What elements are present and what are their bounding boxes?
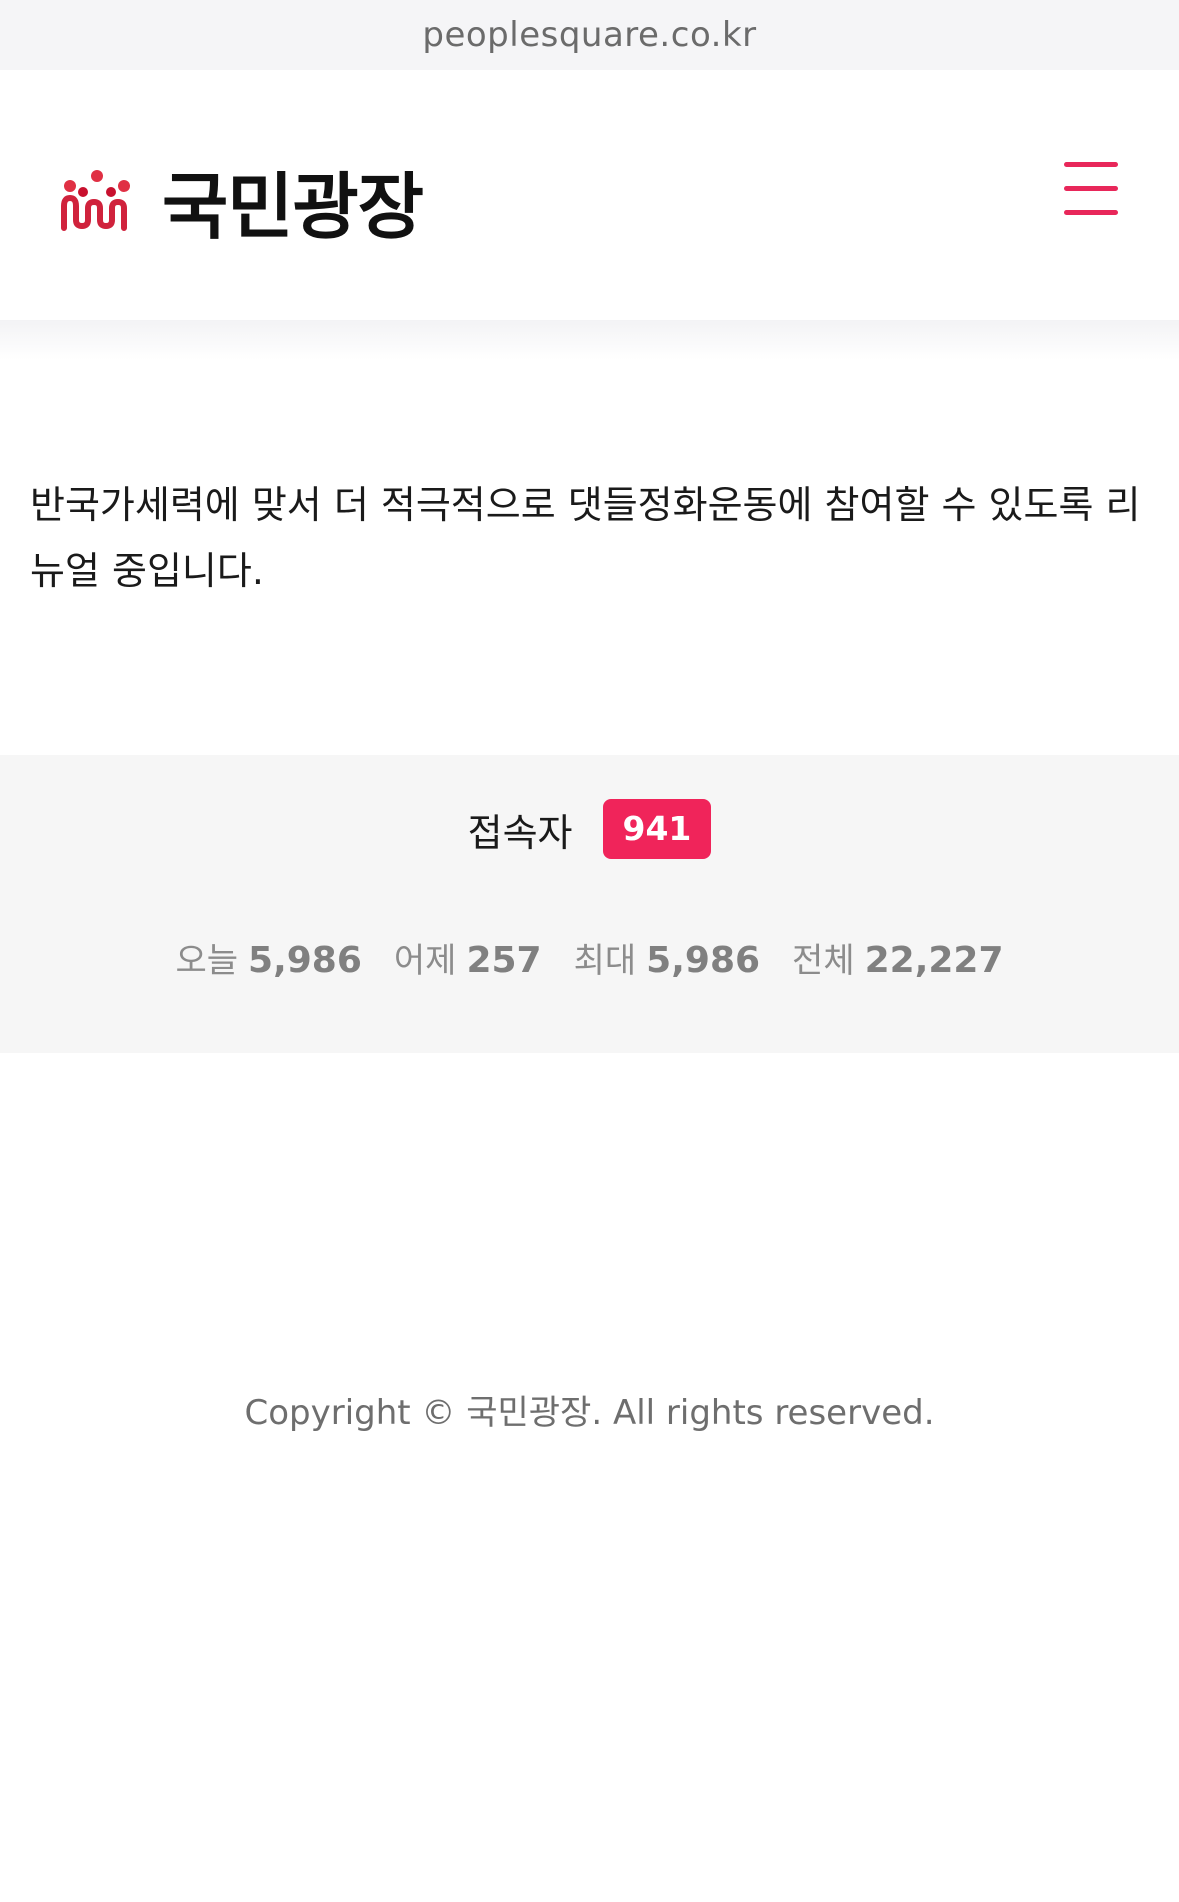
count-max: 최대 5,986	[574, 933, 760, 982]
hamburger-menu-icon	[1064, 162, 1118, 167]
count-value: 5,986	[646, 940, 761, 981]
site-title: 국민광장	[162, 165, 424, 249]
site-header: 국민광장	[0, 70, 1179, 320]
count-value: 5,986	[248, 940, 362, 981]
count-value: 22,227	[864, 940, 1004, 981]
count-label: 어제	[393, 941, 457, 981]
people-logo-icon	[61, 169, 130, 231]
count-yesterday: 어제 257	[394, 933, 542, 982]
url-text[interactable]: peoplesquare.co.kr	[422, 15, 756, 55]
hamburger-menu-button[interactable]	[1058, 160, 1118, 218]
browser-url-bar[interactable]: peoplesquare.co.kr	[0, 0, 1179, 70]
visitor-counts-row: 오늘 5,986 어제 257 최대 5,986 전체 22,227	[0, 933, 1179, 982]
visitors-count-badge[interactable]: 941	[602, 799, 712, 859]
visitor-stats-box: 접속자 941 오늘 5,986 어제 257 최대 5,986 전체 22,227	[0, 755, 1179, 1053]
count-today: 오늘 5,986	[175, 933, 361, 982]
site-logo[interactable]: 국민광장	[58, 148, 424, 253]
count-total: 전체 22,227	[792, 933, 1003, 982]
count-label: 전체	[792, 941, 855, 981]
renewal-notice: 반국가세력에 맞서 더 적극적으로 댓들정화운동에 참여할 수 있도록 리뉴얼 …	[30, 483, 1141, 593]
visitors-row: 접속자 941	[0, 799, 1179, 859]
footer-copyright: Copyright © 국민광장. All rights reserved.	[244, 1393, 935, 1433]
visitors-label: 접속자	[467, 810, 573, 855]
count-label: 오늘	[175, 941, 239, 981]
header-shadow	[0, 320, 1179, 360]
count-value: 257	[466, 940, 542, 981]
count-label: 최대	[573, 941, 637, 981]
